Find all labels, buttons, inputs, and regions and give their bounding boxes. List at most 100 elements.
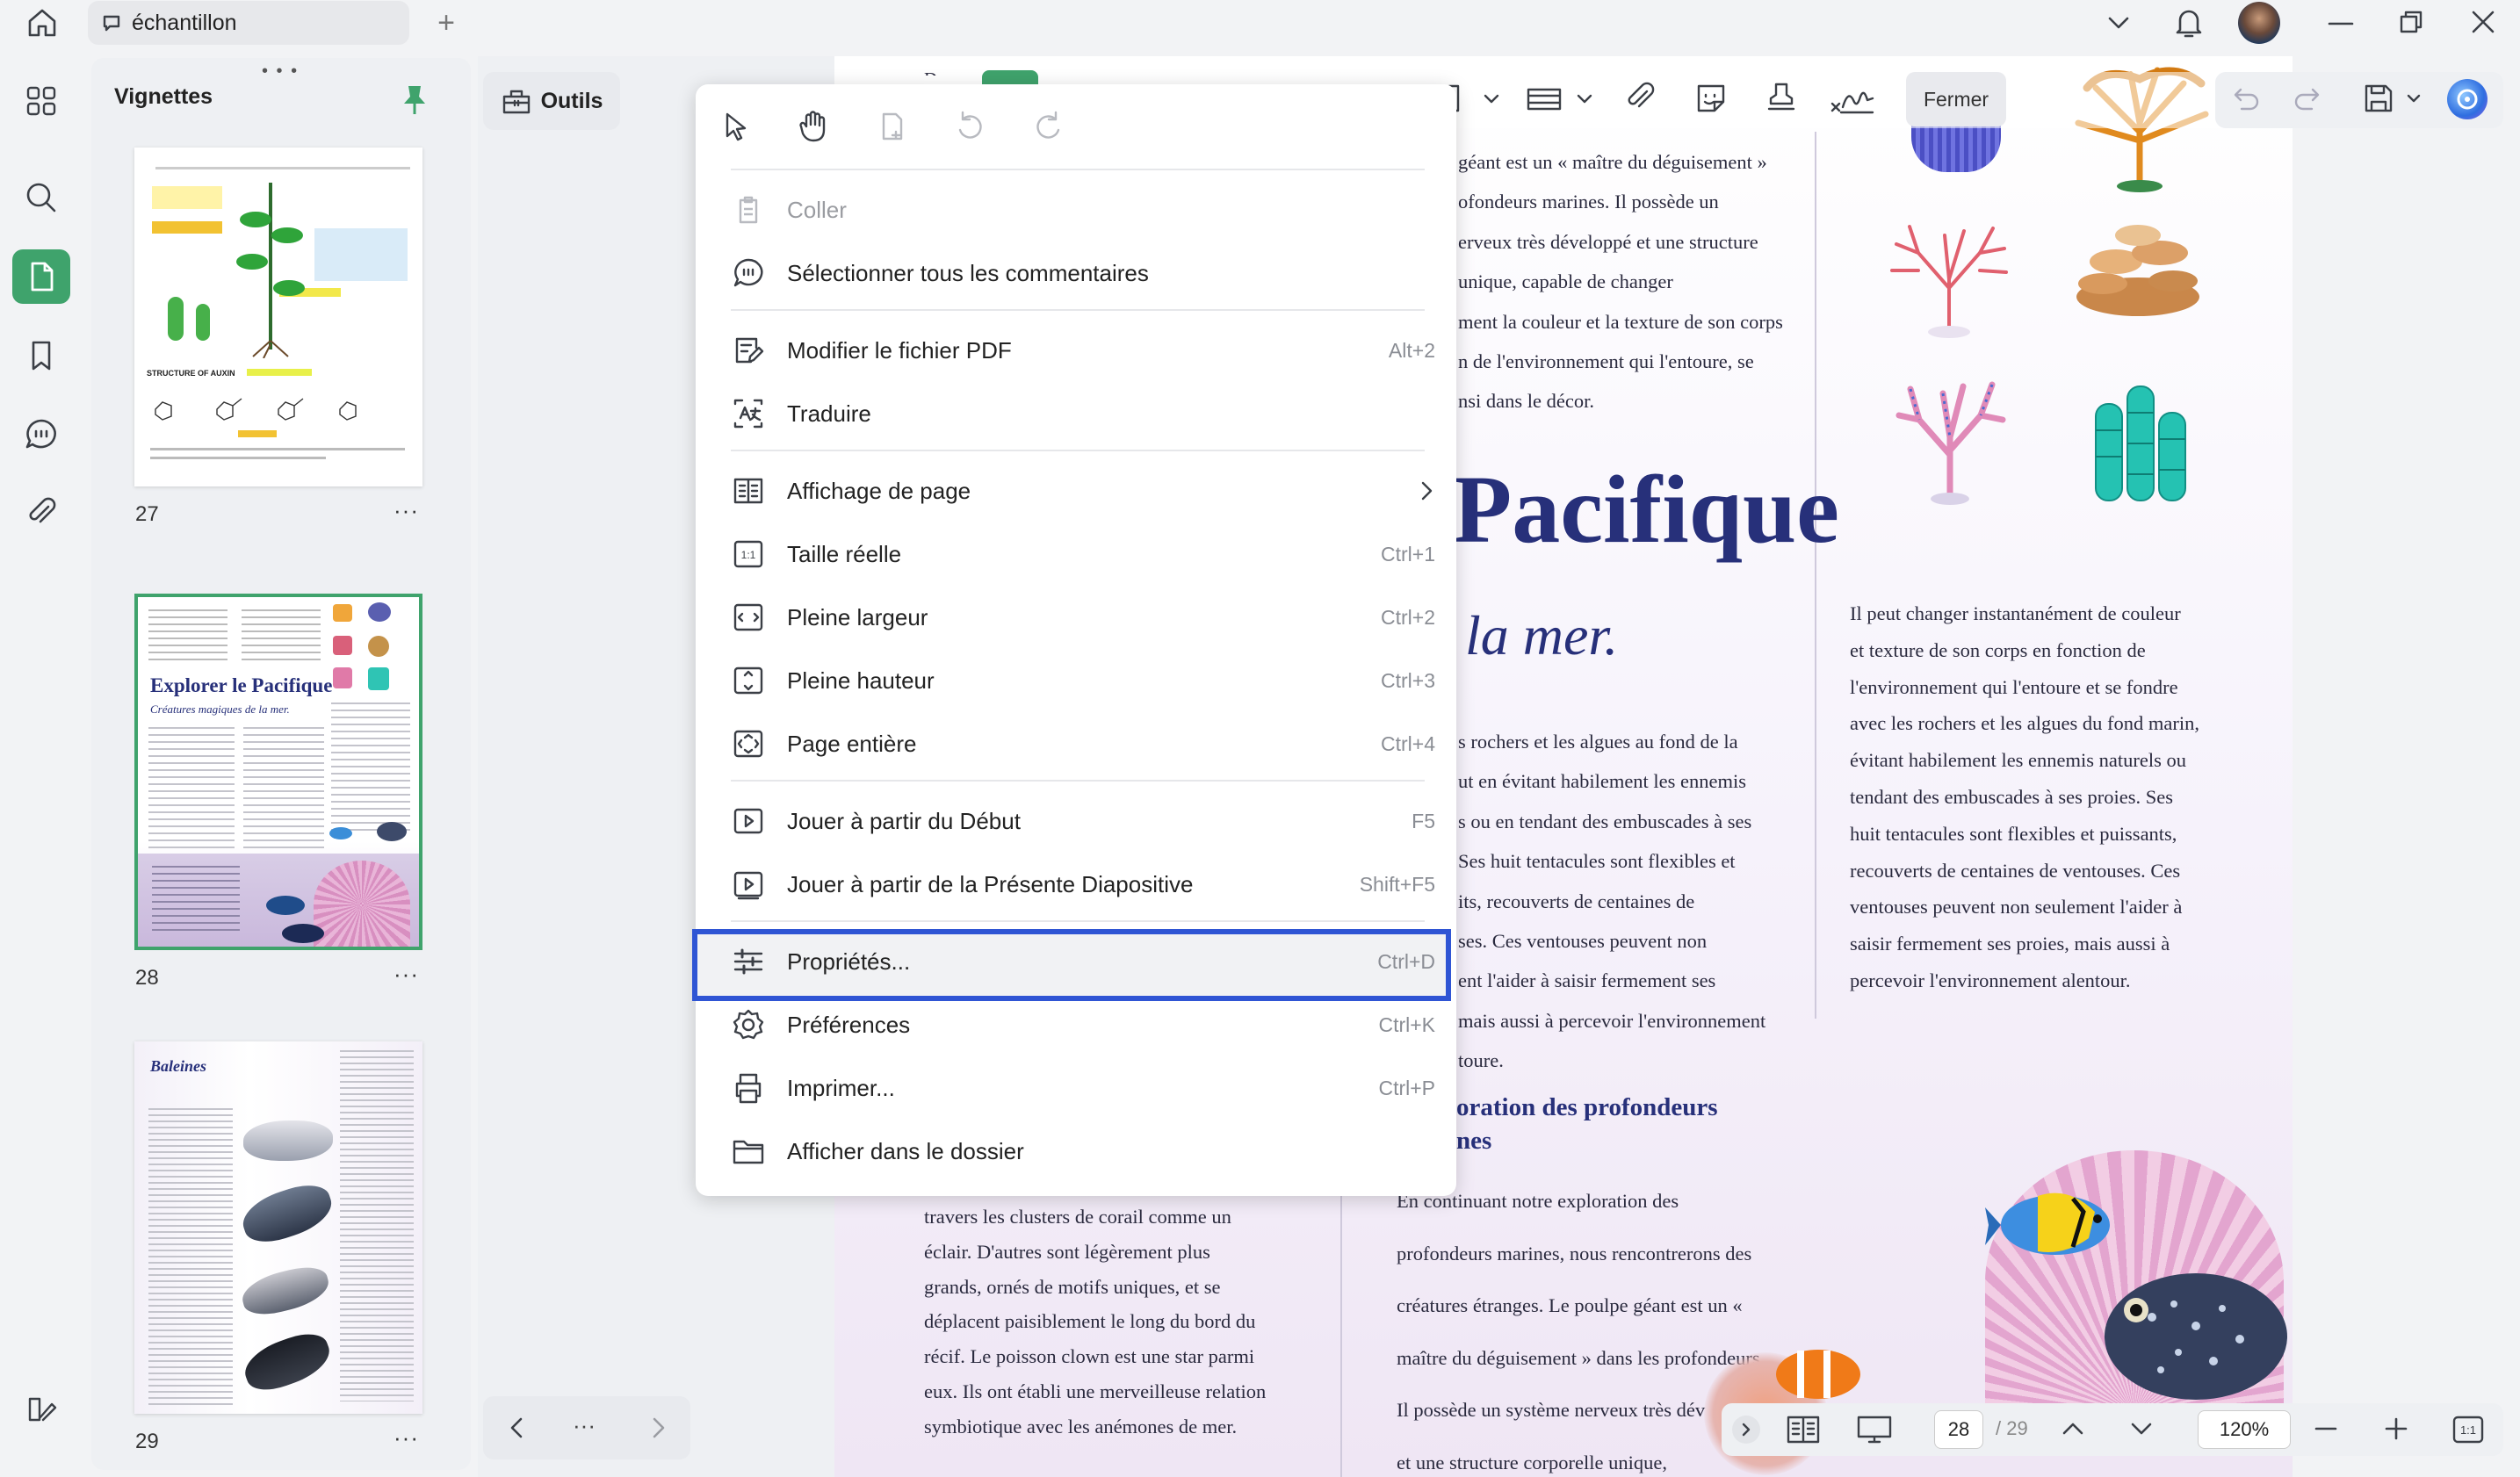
document-tab[interactable]: échantillon xyxy=(88,1,409,45)
chevron-down-icon[interactable] xyxy=(2405,88,2423,109)
menu-item-show-in-folder[interactable]: Afficher dans le dossier xyxy=(722,1122,1439,1180)
menu-item-properties[interactable]: Propriétés... Ctrl+D xyxy=(722,933,1439,991)
thumbnail-page-27[interactable]: STRUCTURE OF AUXIN xyxy=(134,148,422,486)
chevron-down-icon[interactable] xyxy=(1574,88,1595,109)
select-arrow-icon[interactable] xyxy=(718,109,754,144)
menu-item-fit-width[interactable]: Pleine largeur Ctrl+2 xyxy=(722,588,1439,646)
sticker-icon[interactable] xyxy=(1693,81,1729,116)
thumb-28-subline: Créatures magiques de la mer. xyxy=(150,702,290,716)
toolbox-icon xyxy=(502,90,530,114)
menu-separator xyxy=(731,450,1425,451)
page-28-more-button[interactable]: ··· xyxy=(394,961,419,988)
gear-icon xyxy=(731,1007,766,1042)
minimize-icon[interactable] xyxy=(2326,11,2356,37)
menu-item-play-from-start[interactable]: Jouer à partir du Début F5 xyxy=(722,792,1439,850)
previous-page-icon[interactable] xyxy=(504,1414,531,1442)
add-page-icon xyxy=(875,109,910,144)
left-rail xyxy=(0,56,84,1477)
next-page-icon[interactable] xyxy=(645,1414,671,1442)
submenu-arrow-icon xyxy=(1414,478,1439,504)
thumbnail-panel-title: Vignettes xyxy=(114,84,213,109)
menu-item-translate[interactable]: Traduire xyxy=(722,385,1439,443)
restore-icon[interactable] xyxy=(2396,7,2426,37)
bookmark-icon[interactable] xyxy=(12,328,70,383)
zoom-in-icon[interactable] xyxy=(2380,1414,2412,1444)
zoom-level-input[interactable]: 120% xyxy=(2198,1410,2291,1449)
menu-item-preferences[interactable]: Préférences Ctrl+K xyxy=(722,996,1439,1054)
expand-bar-icon[interactable] xyxy=(1732,1416,1760,1444)
stamp-icon[interactable] xyxy=(1764,81,1799,116)
zoom-out-icon[interactable] xyxy=(2310,1414,2342,1444)
thumb-28-headline: Explorer le Pacifique xyxy=(150,674,333,696)
comments-icon[interactable] xyxy=(12,407,70,462)
doc-col2-top: géant est un « maître du déguisement » of… xyxy=(1458,151,1783,413)
signature-icon[interactable] xyxy=(1829,81,1876,116)
menu-item-paste[interactable]: Coller xyxy=(722,181,1439,239)
thumbnail-page-29[interactable]: Baleines xyxy=(134,1041,422,1414)
search-icon[interactable] xyxy=(12,170,70,225)
tools-label: Outils xyxy=(540,88,603,113)
column-divider xyxy=(1340,1194,1342,1477)
save-icon[interactable] xyxy=(2361,81,2396,116)
pin-icon[interactable] xyxy=(399,83,430,118)
redo-icon[interactable] xyxy=(2291,81,2326,116)
menu-item-edit-pdf[interactable]: Modifier le fichier PDF Alt+2 xyxy=(722,321,1439,379)
menu-item-fit-height[interactable]: Pleine hauteur Ctrl+3 xyxy=(722,652,1439,710)
presentation-icon[interactable] xyxy=(1855,1412,1894,1447)
rotate-right-icon xyxy=(1031,109,1066,144)
hand-icon[interactable] xyxy=(796,109,831,144)
edit-file-icon xyxy=(731,333,766,368)
menu-separator xyxy=(731,920,1425,922)
menu-item-actual-size[interactable]: 1:1 Taille réelle Ctrl+1 xyxy=(722,525,1439,583)
bell-icon[interactable] xyxy=(2173,5,2205,40)
new-tab-button[interactable]: + xyxy=(429,5,464,40)
menu-item-play-from-current[interactable]: Jouer à partir de la Présente Diapositiv… xyxy=(722,855,1439,913)
thumbnails-page-icon[interactable] xyxy=(12,249,70,304)
page-number-28: 28 xyxy=(135,966,159,990)
page-number-29: 29 xyxy=(135,1430,159,1453)
close-icon[interactable] xyxy=(2468,7,2498,37)
play-icon xyxy=(731,803,766,839)
comment-bubble-icon xyxy=(731,256,766,291)
avatar[interactable] xyxy=(2238,2,2280,44)
thumbnail-page-28[interactable]: Explorer le Pacifique Créatures magiques… xyxy=(134,594,422,950)
page-view-icon xyxy=(731,473,766,508)
actual-size-icon[interactable]: 1:1 xyxy=(2451,1414,2486,1445)
panel-drag-handle[interactable]: • • • xyxy=(262,61,299,82)
menu-separator xyxy=(731,309,1425,311)
folder-icon xyxy=(731,1134,766,1169)
printer-icon xyxy=(731,1070,766,1106)
chevron-down-icon[interactable] xyxy=(2126,1414,2157,1444)
page-27-more-button[interactable]: ··· xyxy=(394,497,419,524)
doc-col2-middle: s rochers et les algues au fond de la ut … xyxy=(1458,731,1766,1072)
ai-assistant-icon[interactable] xyxy=(2447,79,2488,119)
pufferfish-image xyxy=(2105,1273,2287,1400)
fit-height-icon xyxy=(731,663,766,698)
menu-item-select-all-comments[interactable]: Sélectionner tous les commentaires xyxy=(722,244,1439,302)
coral-image xyxy=(2095,385,2186,501)
close-tools-button[interactable]: Fermer xyxy=(1906,72,2006,126)
attachment-icon[interactable] xyxy=(12,485,70,539)
fit-width-icon xyxy=(731,600,766,635)
page-29-more-button[interactable]: ··· xyxy=(394,1424,419,1452)
nav-more-button[interactable]: ··· xyxy=(573,1412,596,1439)
undo-icon[interactable] xyxy=(2228,81,2263,116)
menu-item-page-display[interactable]: Affichage de page xyxy=(722,462,1439,520)
svg-text:1:1: 1:1 xyxy=(741,549,756,561)
chevron-up-icon[interactable] xyxy=(2057,1414,2089,1444)
current-page-input[interactable]: 28 xyxy=(1934,1410,1983,1449)
page-layout-icon[interactable] xyxy=(1785,1412,1822,1447)
chevron-down-icon[interactable] xyxy=(2105,9,2133,37)
menu-item-full-page[interactable]: Page entière Ctrl+4 xyxy=(722,715,1439,773)
translate-icon xyxy=(731,396,766,431)
tools-button[interactable]: Outils xyxy=(483,72,620,130)
apps-grid-icon[interactable] xyxy=(12,74,70,128)
menu-item-print[interactable]: Imprimer... Ctrl+P xyxy=(722,1059,1439,1117)
home-icon[interactable] xyxy=(25,5,60,40)
context-menu: Coller Sélectionner tous les commentaire… xyxy=(692,84,1456,1196)
paperclip-icon[interactable] xyxy=(1623,81,1658,116)
panel-toggle-icon[interactable] xyxy=(12,1382,70,1437)
menu-separator xyxy=(731,780,1425,782)
chevron-down-icon[interactable] xyxy=(1481,88,1502,109)
stamp-box-icon[interactable] xyxy=(1525,83,1563,116)
